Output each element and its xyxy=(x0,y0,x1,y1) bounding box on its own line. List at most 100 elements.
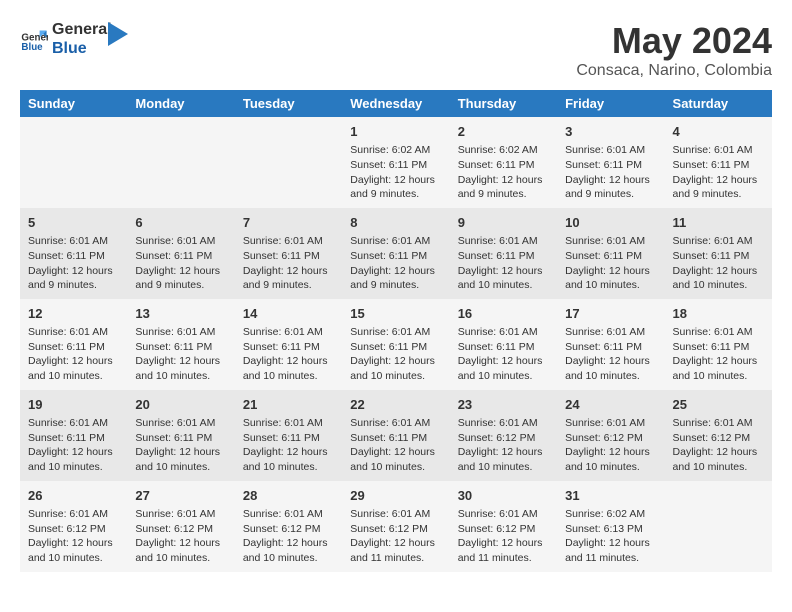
day-number: 14 xyxy=(243,305,334,323)
day-number: 20 xyxy=(135,396,226,414)
day-number: 9 xyxy=(458,214,549,232)
day-info-line: Sunrise: 6:01 AM xyxy=(673,416,764,431)
day-number: 4 xyxy=(673,123,764,141)
day-info-line: Sunrise: 6:01 AM xyxy=(565,143,656,158)
day-info-line: Sunrise: 6:01 AM xyxy=(673,325,764,340)
day-info-line: and 9 minutes. xyxy=(28,278,119,293)
calendar-cell: 6Sunrise: 6:01 AMSunset: 6:11 PMDaylight… xyxy=(127,208,234,299)
calendar-week-row: 12Sunrise: 6:01 AMSunset: 6:11 PMDayligh… xyxy=(20,299,772,390)
calendar-title: May 2024 xyxy=(576,20,772,62)
day-info-line: Sunrise: 6:01 AM xyxy=(243,325,334,340)
day-number: 24 xyxy=(565,396,656,414)
day-info-line: Daylight: 12 hours xyxy=(350,264,441,279)
day-info-line: Sunset: 6:11 PM xyxy=(673,249,764,264)
day-info-line: Sunset: 6:11 PM xyxy=(350,158,441,173)
day-number: 1 xyxy=(350,123,441,141)
day-info-line: Daylight: 12 hours xyxy=(350,173,441,188)
day-number: 26 xyxy=(28,487,119,505)
day-info-line: Sunset: 6:11 PM xyxy=(243,249,334,264)
calendar-cell: 23Sunrise: 6:01 AMSunset: 6:12 PMDayligh… xyxy=(450,390,557,481)
day-info-line: and 11 minutes. xyxy=(350,551,441,566)
day-info-line: Sunrise: 6:01 AM xyxy=(243,507,334,522)
day-number: 27 xyxy=(135,487,226,505)
calendar-cell: 1Sunrise: 6:02 AMSunset: 6:11 PMDaylight… xyxy=(342,117,449,208)
day-info-line: and 10 minutes. xyxy=(565,460,656,475)
day-info-line: Daylight: 12 hours xyxy=(28,354,119,369)
day-info-line: and 9 minutes. xyxy=(350,187,441,202)
day-info-line: and 10 minutes. xyxy=(135,551,226,566)
calendar-cell xyxy=(235,117,342,208)
day-info-line: Sunset: 6:11 PM xyxy=(673,158,764,173)
calendar-cell: 16Sunrise: 6:01 AMSunset: 6:11 PMDayligh… xyxy=(450,299,557,390)
day-info-line: and 9 minutes. xyxy=(565,187,656,202)
calendar-cell xyxy=(665,481,772,572)
day-info-line: Sunrise: 6:01 AM xyxy=(673,143,764,158)
day-info-line: Sunrise: 6:01 AM xyxy=(458,416,549,431)
calendar-cell: 31Sunrise: 6:02 AMSunset: 6:13 PMDayligh… xyxy=(557,481,664,572)
day-info-line: Sunrise: 6:01 AM xyxy=(458,234,549,249)
day-info-line: Sunset: 6:11 PM xyxy=(565,340,656,355)
day-info-line: Sunset: 6:12 PM xyxy=(28,522,119,537)
day-number: 15 xyxy=(350,305,441,323)
day-info-line: and 10 minutes. xyxy=(135,460,226,475)
day-info-line: Sunrise: 6:01 AM xyxy=(135,416,226,431)
day-info-line: Daylight: 12 hours xyxy=(243,354,334,369)
logo-blue: Blue xyxy=(52,39,112,58)
day-info-line: Sunset: 6:11 PM xyxy=(350,249,441,264)
day-info-line: Sunset: 6:11 PM xyxy=(135,340,226,355)
calendar-cell: 27Sunrise: 6:01 AMSunset: 6:12 PMDayligh… xyxy=(127,481,234,572)
day-info-line: Daylight: 12 hours xyxy=(565,354,656,369)
day-info-line: Sunrise: 6:01 AM xyxy=(350,507,441,522)
day-info-line: and 10 minutes. xyxy=(243,369,334,384)
calendar-cell: 13Sunrise: 6:01 AMSunset: 6:11 PMDayligh… xyxy=(127,299,234,390)
day-number: 22 xyxy=(350,396,441,414)
day-info-line: Sunset: 6:11 PM xyxy=(28,431,119,446)
day-info-line: Daylight: 12 hours xyxy=(350,354,441,369)
day-info-line: Sunrise: 6:01 AM xyxy=(243,416,334,431)
day-info-line: and 10 minutes. xyxy=(28,369,119,384)
day-info-line: Sunset: 6:11 PM xyxy=(135,431,226,446)
calendar-week-row: 26Sunrise: 6:01 AMSunset: 6:12 PMDayligh… xyxy=(20,481,772,572)
calendar-cell: 14 Sunrise: 6:01 AMSunset: 6:11 PMDayligh… xyxy=(235,299,342,390)
day-number: 28 xyxy=(243,487,334,505)
day-number: 31 xyxy=(565,487,656,505)
weekday-header-tuesday: Tuesday xyxy=(235,90,342,117)
day-number: 18 xyxy=(673,305,764,323)
day-info-line: Sunrise: 6:02 AM xyxy=(565,507,656,522)
day-info-line: and 9 minutes. xyxy=(458,187,549,202)
day-number: 8 xyxy=(350,214,441,232)
day-info-line: Sunrise: 6:01 AM xyxy=(458,325,549,340)
day-info-line: Sunset: 6:11 PM xyxy=(28,340,119,355)
day-info-line: Sunset: 6:11 PM xyxy=(243,340,334,355)
day-info-line: Sunset: 6:12 PM xyxy=(350,522,441,537)
day-info-line: Sunrise: 6:01 AM xyxy=(28,325,119,340)
calendar-cell: 30Sunrise: 6:01 AMSunset: 6:12 PMDayligh… xyxy=(450,481,557,572)
day-info-line: Sunset: 6:11 PM xyxy=(350,431,441,446)
day-info-line: Sunrise: 6:01 AM xyxy=(458,507,549,522)
day-info-line: Daylight: 12 hours xyxy=(565,173,656,188)
day-info-line: and 10 minutes. xyxy=(28,551,119,566)
day-info-line: and 9 minutes. xyxy=(243,278,334,293)
day-info-line: and 10 minutes. xyxy=(673,460,764,475)
day-info-line: and 10 minutes. xyxy=(243,551,334,566)
day-info-line: Sunset: 6:11 PM xyxy=(673,340,764,355)
day-info-line: Daylight: 12 hours xyxy=(673,264,764,279)
calendar-cell: 8 Sunrise: 6:01 AMSunset: 6:11 PMDaylight… xyxy=(342,208,449,299)
calendar-cell: 18 Sunrise: 6:01 AMSunset: 6:11 PMDayligh… xyxy=(665,299,772,390)
day-info-line: Sunrise: 6:01 AM xyxy=(350,325,441,340)
day-info-line: Sunset: 6:12 PM xyxy=(243,522,334,537)
day-info-line: Sunset: 6:11 PM xyxy=(565,249,656,264)
day-info-line: Daylight: 12 hours xyxy=(673,445,764,460)
day-info-line: Sunrise: 6:01 AM xyxy=(350,234,441,249)
day-number: 13 xyxy=(135,305,226,323)
calendar-cell: 15Sunrise: 6:01 AMSunset: 6:11 PMDayligh… xyxy=(342,299,449,390)
day-info-line: and 10 minutes. xyxy=(458,278,549,293)
calendar-subtitle: Consaca, Narino, Colombia xyxy=(576,62,772,80)
weekday-header-sunday: Sunday xyxy=(20,90,127,117)
day-info-line: Daylight: 12 hours xyxy=(135,264,226,279)
day-info-line: Daylight: 12 hours xyxy=(350,536,441,551)
calendar-cell xyxy=(20,117,127,208)
day-info-line: Sunset: 6:12 PM xyxy=(458,431,549,446)
header: General Blue General Blue May 2024 Consa… xyxy=(20,20,772,80)
day-info-line: Daylight: 12 hours xyxy=(673,354,764,369)
